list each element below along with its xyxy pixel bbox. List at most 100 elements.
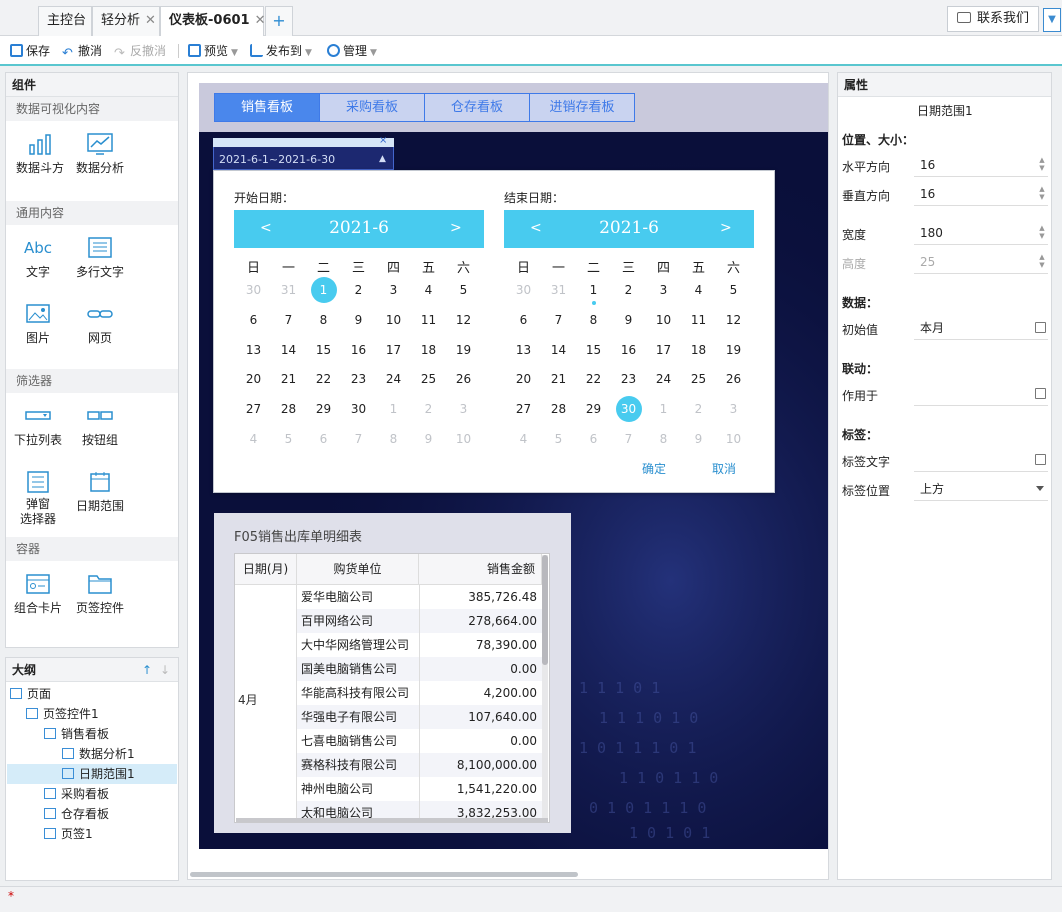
calendar-day[interactable]: 12 xyxy=(716,308,751,332)
tab-main-console[interactable]: 主控台 xyxy=(38,6,92,36)
calendar-day[interactable]: 2 xyxy=(411,397,446,421)
calendar-day[interactable]: 5 xyxy=(446,278,481,302)
calendar-day[interactable]: 24 xyxy=(646,367,681,391)
calendar-day[interactable]: 27 xyxy=(506,397,541,421)
edit-icon[interactable] xyxy=(1035,322,1046,333)
arrow-up-icon[interactable]: ↑ xyxy=(142,658,152,682)
close-icon[interactable]: ✕ xyxy=(145,13,156,28)
cancel-button[interactable]: 取消 xyxy=(712,460,736,477)
calendar-day[interactable]: 10 xyxy=(446,427,481,451)
calendar-day[interactable]: 19 xyxy=(446,338,481,362)
calendar-day[interactable]: 6 xyxy=(506,308,541,332)
calendar-day[interactable]: 6 xyxy=(236,308,271,332)
calendar-day[interactable]: 31 xyxy=(271,278,306,302)
calendar-day[interactable]: 12 xyxy=(446,308,481,332)
tree-node-sales-board[interactable]: 销售看板 xyxy=(44,724,109,744)
height-input[interactable]: 25 ▲ ▼ xyxy=(914,250,1048,274)
calendar-day[interactable]: 2 xyxy=(681,397,716,421)
calendar-day[interactable]: 1 xyxy=(646,397,681,421)
calendar-day[interactable]: 25 xyxy=(681,367,716,391)
calendar-day[interactable]: 1 xyxy=(576,278,611,305)
calendar-day[interactable]: 19 xyxy=(716,338,751,362)
calendar-day[interactable]: 4 xyxy=(506,427,541,451)
component-text[interactable]: Abc 文字 xyxy=(6,237,70,280)
calendar-day[interactable]: 5 xyxy=(271,427,306,451)
chevron-down-icon[interactable]: ▼ xyxy=(1043,8,1061,32)
tree-node-inventory-board[interactable]: 仓存看板 xyxy=(44,804,109,824)
calendar-day[interactable]: 13 xyxy=(236,338,271,362)
calendar-day[interactable]: 21 xyxy=(271,367,306,391)
calendar-day[interactable]: 17 xyxy=(646,338,681,362)
tree-node-data-analysis-1[interactable]: 数据分析1 xyxy=(62,744,135,764)
calendar-day[interactable]: 20 xyxy=(236,367,271,391)
edit-icon[interactable] xyxy=(1035,388,1046,399)
stepper-icon[interactable]: ▲ ▼ xyxy=(1038,185,1046,201)
calendar-day[interactable]: 15 xyxy=(576,338,611,362)
calendar-day[interactable]: 13 xyxy=(506,338,541,362)
calendar-day[interactable]: 14 xyxy=(271,338,306,362)
calendar-day[interactable]: 4 xyxy=(681,278,716,302)
calendar-day[interactable]: 18 xyxy=(411,338,446,362)
column-header-amount[interactable]: 销售金额 xyxy=(419,554,542,585)
calendar-day[interactable]: 5 xyxy=(541,427,576,451)
tab-inventory-board[interactable]: 仓存看板 xyxy=(424,93,530,122)
component-webpage[interactable]: 网页 xyxy=(68,303,132,346)
next-month-button[interactable]: > xyxy=(450,220,462,236)
calendar-day[interactable]: 27 xyxy=(236,397,271,421)
confirm-button[interactable]: 确定 xyxy=(642,460,666,477)
edit-icon[interactable] xyxy=(1035,454,1046,465)
stepper-icon[interactable]: ▲ ▼ xyxy=(1038,224,1046,240)
tab-sales-inventory-board[interactable]: 进销存看板 xyxy=(529,93,635,122)
table-horizontal-scrollbar[interactable] xyxy=(236,818,548,822)
calendar-day[interactable]: 18 xyxy=(681,338,716,362)
calendar-day[interactable]: 30 xyxy=(611,396,646,423)
calendar-day[interactable]: 8 xyxy=(646,427,681,451)
redo-button[interactable]: ↷ 反撤消 xyxy=(114,42,166,60)
calendar-day[interactable]: 4 xyxy=(236,427,271,451)
component-data-analysis[interactable]: 数据分析 xyxy=(68,133,132,176)
width-input[interactable]: 180 ▲ ▼ xyxy=(914,221,1048,245)
undo-button[interactable]: ↶ 撤消 xyxy=(62,42,102,60)
label-text-field[interactable] xyxy=(914,448,1048,472)
tree-node-purchase-board[interactable]: 采购看板 xyxy=(44,784,109,804)
publish-button[interactable]: 发布到 ▼ xyxy=(250,42,312,60)
calendar-day[interactable]: 6 xyxy=(576,427,611,451)
calendar-day[interactable]: 21 xyxy=(541,367,576,391)
calendar-day[interactable]: 7 xyxy=(541,308,576,332)
calendar-day[interactable]: 10 xyxy=(646,308,681,332)
calendar-day[interactable]: 14 xyxy=(541,338,576,362)
calendar-day[interactable]: 1 xyxy=(306,277,341,303)
calendar-day[interactable]: 25 xyxy=(411,367,446,391)
calendar-day[interactable]: 11 xyxy=(411,308,446,332)
widget-handle-bar[interactable]: × xyxy=(213,135,394,147)
close-icon[interactable]: ✕ xyxy=(255,13,266,28)
calendar-day[interactable]: 3 xyxy=(446,397,481,421)
calendar-day[interactable]: 29 xyxy=(306,397,341,421)
calendar-day[interactable]: 9 xyxy=(341,308,376,332)
v-position-input[interactable]: 16 ▲ ▼ xyxy=(914,182,1048,206)
stepper-icon[interactable]: ▲ ▼ xyxy=(1038,156,1046,172)
calendar-day[interactable]: 16 xyxy=(341,338,376,362)
component-data-bucket[interactable]: 数据斗方 xyxy=(8,133,72,176)
calendar-day[interactable]: 22 xyxy=(306,367,341,391)
add-tab-button[interactable]: + xyxy=(265,6,293,36)
calendar-day[interactable]: 7 xyxy=(271,308,306,332)
arrow-down-icon[interactable]: ↓ xyxy=(160,658,170,682)
calendar-day[interactable]: 5 xyxy=(716,278,751,302)
caret-up-icon[interactable]: ▲ xyxy=(379,154,386,164)
calendar-day[interactable]: 8 xyxy=(306,308,341,332)
component-button-group[interactable]: 按钮组 xyxy=(68,405,132,448)
tree-node-page[interactable]: 页面 xyxy=(10,684,51,704)
component-image[interactable]: 图片 xyxy=(6,303,70,346)
initial-value-field[interactable]: 本月 xyxy=(914,316,1048,340)
calendar-day[interactable]: 30 xyxy=(341,397,376,421)
calendar-day[interactable]: 9 xyxy=(411,427,446,451)
contact-us-button[interactable]: 联系我们 xyxy=(947,6,1039,32)
tree-node-date-range-1[interactable]: 日期范围1 xyxy=(7,764,177,784)
calendar-day[interactable]: 3 xyxy=(716,397,751,421)
calendar-day[interactable]: 20 xyxy=(506,367,541,391)
close-icon[interactable]: × xyxy=(379,135,387,146)
calendar-day[interactable]: 31 xyxy=(541,278,576,302)
component-popup-selector[interactable]: 弹窗 选择器 xyxy=(6,471,70,527)
component-multiline-text[interactable]: 多行文字 xyxy=(68,237,132,280)
